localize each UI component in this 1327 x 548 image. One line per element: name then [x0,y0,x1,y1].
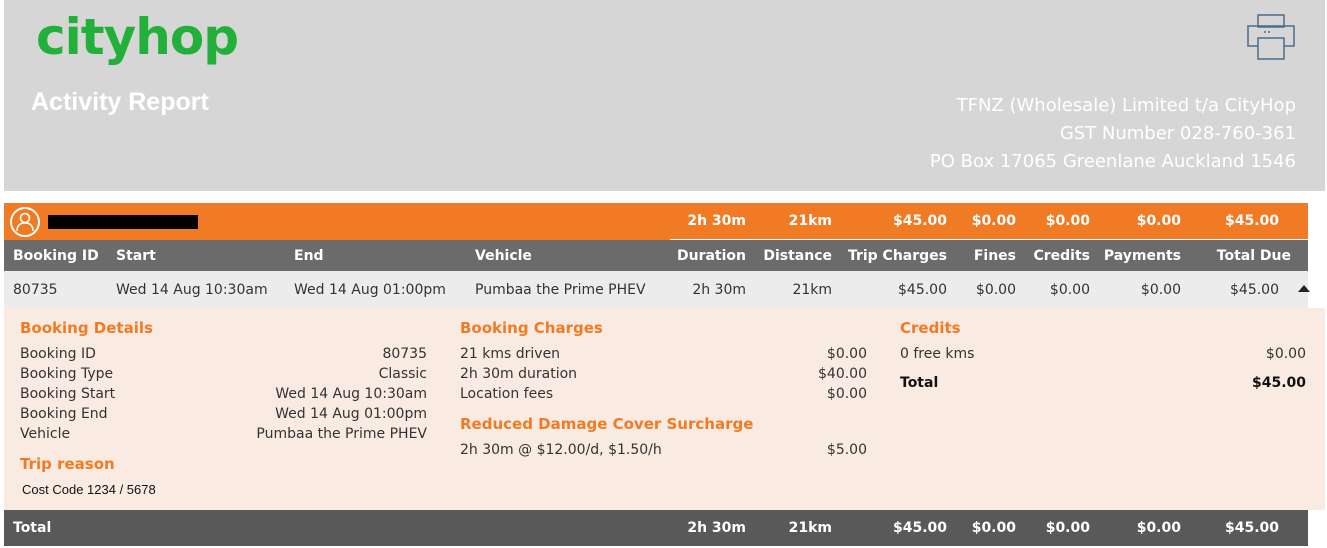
summary-duration: 2h 30m [687,213,746,229]
detail-label: Booking End [20,406,108,422]
detail-value: 80735 [382,346,427,362]
redacted-member-name [48,215,198,229]
col-end[interactable]: End [294,248,324,264]
column-header-row: Booking ID Start End Vehicle Duration Di… [4,240,1308,271]
charge-label: Location fees [460,386,554,402]
surcharge-value: $5.00 [826,442,867,458]
details-total-value: $45.00 [1251,375,1306,391]
trip-charges-cell: $45.00 [898,282,947,298]
charge-label: 21 kms driven [460,346,561,362]
fines-cell: $0.00 [975,282,1016,298]
grand-total-label: Total [13,520,52,536]
detail-label: Booking Start [20,386,116,402]
end-cell: Wed 14 Aug 01:00pm [294,282,446,298]
distance-cell: 21km [792,282,832,298]
member-summary-row: 2h 30m 21km $45.00 $0.00 $0.00 $0.00 $45… [4,203,1308,242]
start-cell: Wed 14 Aug 10:30am [116,282,268,298]
credits-cell: $0.00 [1049,282,1090,298]
detail-label: Booking ID [20,346,96,362]
booking-details-title: Booking Details [20,319,153,337]
summary-credits: $0.00 [1045,213,1090,229]
credits-title: Credits [900,319,961,337]
col-trip-charges[interactable]: Trip Charges [848,248,947,264]
booking-charges-title: Booking Charges [460,319,603,337]
grand-total-credits: $0.00 [1045,520,1090,536]
duration-cell: 2h 30m [692,282,746,298]
payments-cell: $0.00 [1140,282,1181,298]
total-due-cell: $45.00 [1230,282,1279,298]
detail-label: Vehicle [20,426,71,442]
detail-value: Wed 14 Aug 01:00pm [275,406,427,422]
caret-up-icon[interactable] [1298,285,1310,292]
user-icon [10,207,40,237]
surcharge-title: Reduced Damage Cover Surcharge [460,415,754,433]
grand-total-payments: $0.00 [1136,520,1181,536]
printer-icon[interactable] [1247,14,1295,60]
grand-total-due: $45.00 [1224,520,1279,536]
detail-value: Wed 14 Aug 10:30am [275,386,427,402]
booking-details-panel: Booking Details Booking ID 80735 Booking… [4,308,1325,510]
summary-fines: $0.00 [971,213,1016,229]
page-title: Activity Report [31,88,209,116]
charge-value: $0.00 [826,386,867,402]
vehicle-cell: Pumbaa the Prime PHEV [475,282,646,298]
company-name: TFNZ (Wholesale) Limited t/a CityHop [956,95,1296,116]
col-booking-id[interactable]: Booking ID [13,248,99,264]
trip-reason-value: Cost Code 1234 / 5678 [22,482,156,497]
summary-distance: 21km [788,213,832,229]
gst-number: GST Number 028-760-361 [1059,123,1296,144]
detail-value: Classic [378,366,427,382]
summary-payments: $0.00 [1136,213,1181,229]
col-fines[interactable]: Fines [974,248,1016,264]
report-header: cityhop Activity Report TFNZ (Wholesale)… [4,0,1325,191]
details-total-label: Total [900,375,939,391]
header-gap [4,191,1325,203]
col-vehicle[interactable]: Vehicle [475,248,532,264]
col-distance[interactable]: Distance [763,248,832,264]
col-total-due[interactable]: Total Due [1217,248,1291,264]
col-credits[interactable]: Credits [1033,248,1090,264]
credit-label: 0 free kms [900,346,975,362]
grand-total-trip-charges: $45.00 [892,520,947,536]
detail-value: Pumbaa the Prime PHEV [256,426,427,442]
summary-total-due: $45.00 [1224,213,1279,229]
col-duration[interactable]: Duration [677,248,746,264]
col-start[interactable]: Start [116,248,156,264]
charge-value: $0.00 [826,346,867,362]
cityhop-logo: cityhop [36,8,239,66]
charge-label: 2h 30m duration [460,366,578,382]
grand-total-duration: 2h 30m [687,520,746,536]
company-info: TFNZ (Wholesale) Limited t/a CityHop GST… [930,92,1296,176]
surcharge-label: 2h 30m @ $12.00/d, $1.50/h [460,442,662,458]
summary-trip-charges: $45.00 [892,213,947,229]
grand-total-distance: 21km [788,520,832,536]
table-row[interactable]: 80735 Wed 14 Aug 10:30am Wed 14 Aug 01:0… [4,271,1310,308]
trip-reason-title: Trip reason [20,455,115,473]
credit-value: $0.00 [1265,346,1306,362]
grand-total-row: Total 2h 30m 21km $45.00 $0.00 $0.00 $0.… [4,510,1308,546]
detail-label: Booking Type [20,366,114,382]
postal-address: PO Box 17065 Greenlane Auckland 1546 [929,151,1296,172]
charge-value: $40.00 [818,366,867,382]
col-payments[interactable]: Payments [1104,248,1181,264]
booking-id-cell: 80735 [13,282,58,298]
grand-total-fines: $0.00 [971,520,1016,536]
